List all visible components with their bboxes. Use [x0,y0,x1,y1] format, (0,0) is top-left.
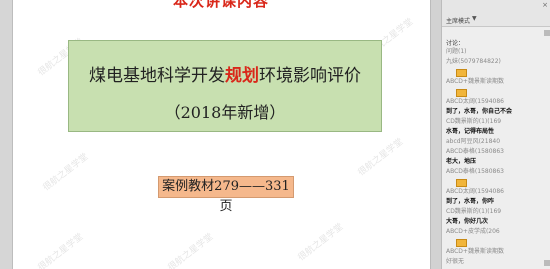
gift-icon [456,89,467,97]
chat-sender-name: 九妹(5079784822) [446,58,501,65]
mode-label[interactable]: 主席模式 [446,16,470,25]
chat-sender-name: CD魏景斯的(1)(169 [446,118,502,125]
scroll-down-button[interactable] [544,260,550,266]
chevron-down-icon[interactable]: ▼ [472,15,477,22]
chat-header: 讨论： [446,40,465,47]
chat-message-list[interactable]: 问题(1) 九妹(5079784822) ABCD+魏景斯读期数 ABCD太阔(159… [446,47,550,267]
watermark: 很航之星学堂 [296,222,346,264]
watermark: 很航之星学堂 [356,137,406,179]
slide-title-highlight: 规划 [225,66,259,86]
chat-message-text: 水哥，记得布局性 [446,128,495,135]
scroll-up-button[interactable] [544,30,550,36]
chat-message: ABCD+魏景斯读期数 [446,247,550,257]
chat-message: 老大，地压 [446,157,550,167]
slide-title: 煤电基地科学开发规划环境影响评价 [69,61,381,86]
chat-message: ABCD+魏景斯读期数 [446,77,550,87]
chat-message: ABCD泰格(1580863 [446,167,550,177]
chat-sender-name: 好很无 [446,258,465,265]
chat-sender-name: ABCD+魏景斯读期数 [446,248,504,255]
panel-header: × 主席模式 ▼ [442,0,550,27]
chat-sender-name: abcd阿豆风(21840 [446,138,501,145]
chat-message: 水哥，记得布局性 [446,127,550,137]
watermark: 很航之星学堂 [166,232,216,269]
close-icon[interactable]: × [542,1,548,9]
slide-title-part1: 煤电基地科学开发 [89,66,225,86]
chat-message: 九妹(5079784822) [446,57,550,67]
watermark: 很航之星学堂 [36,232,86,269]
chat-sender-name: ABCD泰格(1580863 [446,168,504,175]
slide-title-box: 煤电基地科学开发规划环境影响评价 （2018年新增） [68,40,382,132]
chat-sender-name: ABCD+皮学成(206 [446,228,500,235]
chat-message [446,67,550,77]
chat-message-text: 大哥，你好几次 [446,218,489,225]
chat-message [446,177,550,187]
slide-canvas: 本次讲课内容 很航之星学堂 很航之星学堂 很航之星学堂 很航之星学堂 很航之星学… [13,0,430,269]
slide-top-title: 本次讲课内容 [173,0,270,10]
chat-message [446,237,550,247]
gift-icon [456,179,467,187]
chat-sender-name: ABCD太阔(1594086 [446,98,504,105]
chat-message: ABCD太阔(1594086 [446,97,550,107]
chat-message: ABCD泰格(1580863 [446,147,550,157]
chat-message: CD魏景斯的(1)(169 [446,117,550,127]
chat-message: 问题(1) [446,47,550,57]
chat-message: CD魏景斯的(1)(169 [446,207,550,217]
chat-message: 大哥，你好几次 [446,217,550,227]
gift-icon [456,239,467,247]
chat-sender-name: ABCD+魏景斯读期数 [446,78,504,85]
gift-icon [456,69,467,77]
chat-sender-name: 问题(1) [446,48,467,55]
chat-sender-name: ABCD太阔(1594086 [446,188,504,195]
chat-sender-name: ABCD泰格(1580863 [446,148,504,155]
chat-message: 到了，水哥，你咋 [446,197,550,207]
case-reference-label: 案例教材279——331页 [158,176,294,214]
chat-message: ABCD太阔(1594086 [446,187,550,197]
slide-subtitle: （2018年新增） [164,103,286,122]
chat-message: 好很无 [446,257,550,267]
chat-panel: × 主席模式 ▼ 讨论： 问题(1) 九妹(5079784822) ABCD+魏景斯… [441,0,550,269]
left-edge-bar [0,0,13,269]
chat-message-text: 老大，地压 [446,158,477,165]
slide-title-part2: 环境影响评价 [259,66,361,86]
chat-message-text: 到了，水哥，你自己不会 [446,108,513,115]
chat-message: 到了，水哥，你自己不会 [446,107,550,117]
chat-message: abcd阿豆风(21840 [446,137,550,147]
chat-sender-name: CD魏景斯的(1)(169 [446,208,502,215]
watermark: 很航之星学堂 [41,152,91,194]
chat-message-text: 到了，水哥，你咋 [446,198,495,205]
chat-message: ABCD+皮学成(206 [446,227,550,237]
chat-message [446,87,550,97]
panel-divider[interactable] [430,0,441,269]
